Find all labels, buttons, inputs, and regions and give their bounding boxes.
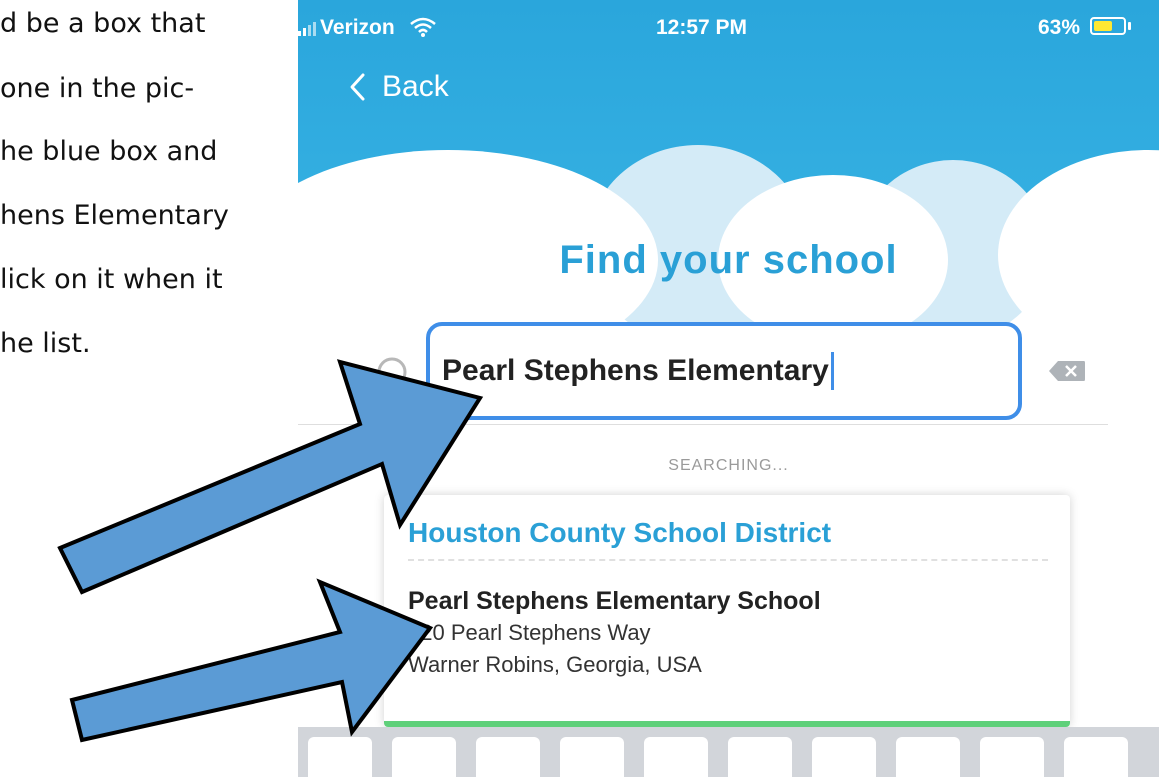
wifi-icon <box>410 17 436 37</box>
keyboard-key[interactable] <box>812 737 876 777</box>
district-name: Houston County School District <box>408 517 832 548</box>
search-input[interactable]: Pearl Stephens Elementary <box>426 322 1022 420</box>
instruction-line: one in the pic- <box>0 73 195 104</box>
school-name: Pearl Stephens Elementary School <box>408 587 821 615</box>
school-address-line2: Warner Robins, Georgia, USA <box>408 652 702 677</box>
keyboard-key[interactable] <box>1064 737 1128 777</box>
instruction-line: d be a box that <box>0 8 206 39</box>
page-title: Find your school <box>559 238 898 282</box>
search-icon <box>377 357 410 390</box>
keyboard-key[interactable] <box>644 737 708 777</box>
instruction-line: he list. <box>0 328 91 359</box>
chevron-left-icon <box>350 73 365 101</box>
back-button[interactable]: Back <box>348 70 449 104</box>
keyboard <box>298 727 1159 777</box>
battery-icon <box>1090 17 1126 35</box>
phone-screenshot: Verizon 12:57 PM 63% Back Find your scho… <box>298 0 1159 777</box>
battery-percent: 63% <box>1038 16 1081 39</box>
status-bar: Verizon 12:57 PM 63% <box>298 0 1159 60</box>
text-cursor <box>830 352 834 390</box>
clear-key-icon[interactable] <box>1048 360 1086 382</box>
instruction-line: he blue box and <box>0 136 218 167</box>
battery-tip <box>1128 22 1131 30</box>
keyboard-key[interactable] <box>980 737 1044 777</box>
instruction-line: lick on it when it <box>0 264 223 295</box>
search-input-value: Pearl Stephens Elementary <box>442 354 829 387</box>
instruction-line: hens Elementary <box>0 200 229 231</box>
card-divider <box>408 559 1048 561</box>
keyboard-key[interactable] <box>728 737 792 777</box>
battery-level <box>1094 21 1112 31</box>
search-result-card[interactable]: Houston County School District Pearl Ste… <box>384 495 1070 727</box>
back-label: Back <box>382 70 449 103</box>
search-divider <box>298 424 1108 425</box>
school-address-line1: 420 Pearl Stephens Way <box>408 620 651 645</box>
keyboard-key[interactable] <box>392 737 456 777</box>
clock-time: 12:57 PM <box>656 16 748 39</box>
carrier-label: Verizon <box>320 16 395 39</box>
keyboard-key[interactable] <box>896 737 960 777</box>
searching-status: SEARCHING... <box>668 457 789 474</box>
signal-bars-icon <box>298 22 316 36</box>
keyboard-key[interactable] <box>560 737 624 777</box>
keyboard-key[interactable] <box>476 737 540 777</box>
keyboard-key[interactable] <box>308 737 372 777</box>
